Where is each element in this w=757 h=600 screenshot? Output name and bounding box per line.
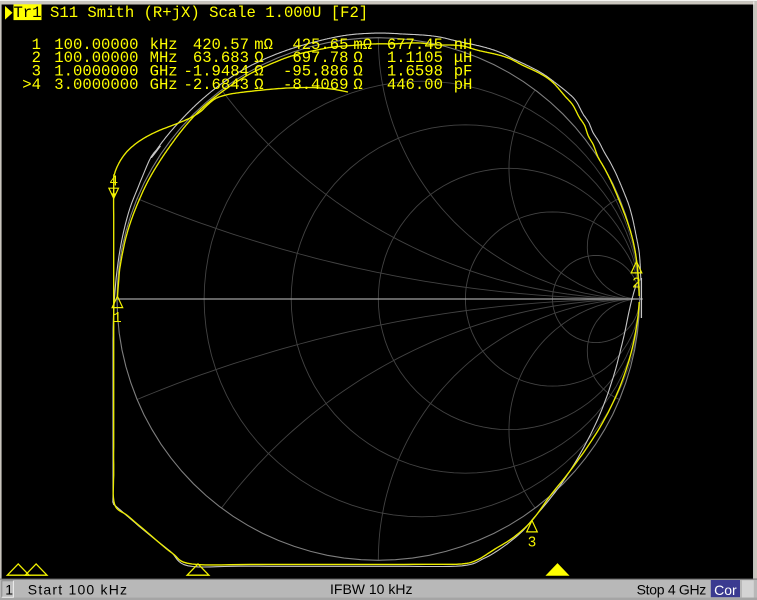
svg-text:3: 3 [528,535,537,551]
svg-text:S11 Smith (R+jX) Scale 1.000U: S11 Smith (R+jX) Scale 1.000U [F2] [50,4,368,22]
svg-text:Ω: Ω [353,76,362,94]
svg-text:pH: pH [454,76,473,94]
svg-text:1: 1 [113,311,122,327]
svg-text:Start 100 kHz: Start 100 kHz [28,581,128,597]
svg-text:2: 2 [632,276,641,292]
svg-text:GHz: GHz [150,76,178,94]
svg-text:3.0000000: 3.0000000 [54,76,138,94]
svg-text:Ω: Ω [254,76,263,94]
svg-text:-2.6843: -2.6843 [183,76,249,94]
svg-text:-8.4069: -8.4069 [283,76,349,94]
svg-text:>4: >4 [22,76,41,94]
svg-text:Tr1: Tr1 [13,4,41,22]
svg-text:446.00: 446.00 [387,76,443,94]
svg-text:Stop 4 GHz: Stop 4 GHz [637,581,707,597]
svg-text:1: 1 [5,581,13,597]
svg-text:IFBW 10 kHz: IFBW 10 kHz [330,581,412,597]
svg-text:Cor: Cor [714,582,737,598]
